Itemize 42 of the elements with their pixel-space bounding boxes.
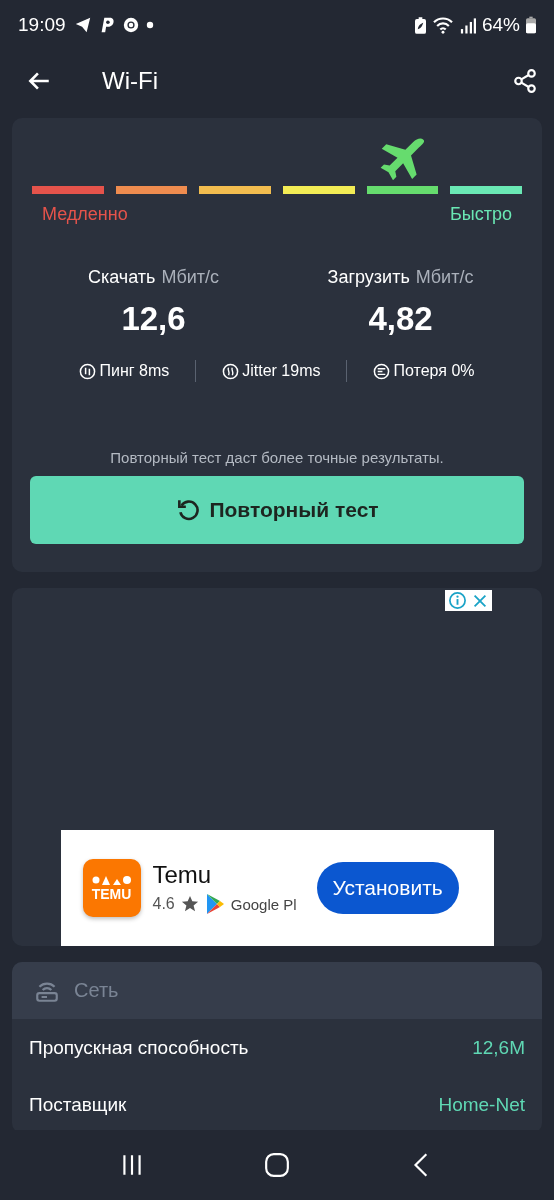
dot-icon xyxy=(145,21,154,29)
hint-text: Повторный тест даст более точные результаты. xyxy=(109,449,445,466)
jitter-icon xyxy=(222,362,240,380)
ping-icon xyxy=(79,362,97,380)
result-value: 4,82 xyxy=(368,300,433,338)
app-logo: TEMU xyxy=(82,859,141,917)
fast-label: Быстро xyxy=(450,204,512,225)
star-icon xyxy=(180,895,199,913)
battery-icon xyxy=(526,16,536,34)
screen-title: Wi-Fi xyxy=(102,67,159,95)
battery-percent: 64% xyxy=(481,14,520,36)
retest-button[interactable]: Повторный тест xyxy=(30,476,524,544)
loss-icon xyxy=(373,362,391,380)
result-label: Скачать xyxy=(87,267,156,288)
result-label: Загрузить xyxy=(327,267,410,288)
result-value: 12,6 xyxy=(121,300,186,338)
play-store-icon xyxy=(204,893,225,915)
section-title: Сеть xyxy=(74,979,119,1002)
row-value: 12,6M xyxy=(472,1036,525,1059)
rating-text: 4.6 xyxy=(152,895,175,913)
store-name: Google Pl xyxy=(230,895,297,913)
row-label: Пропускная способность xyxy=(29,1036,249,1059)
metric-text: Потеря 0% xyxy=(393,362,475,380)
unit-label: Мбит/с xyxy=(415,267,474,288)
home-icon xyxy=(264,1152,290,1178)
install-button[interactable]: Установить xyxy=(316,862,459,914)
row-label: Поставщик xyxy=(29,1093,127,1116)
info-icon[interactable] xyxy=(448,591,467,610)
ad-banner[interactable]: TEMU Temu 4.6 Google Pl Установить xyxy=(60,830,494,946)
unit-label: Мбит/с xyxy=(161,267,220,288)
clock: 19:09 xyxy=(18,14,66,36)
metric-text: Пинг 8ms xyxy=(99,362,170,380)
battery-saver-icon xyxy=(414,16,426,34)
signal-icon xyxy=(459,16,476,34)
browser-icon xyxy=(121,16,140,34)
share-icon xyxy=(512,68,538,94)
slow-label: Медленно xyxy=(42,204,128,225)
app-name: Temu xyxy=(152,861,213,889)
row-value: Home-Net xyxy=(438,1093,525,1116)
retry-icon xyxy=(175,497,202,523)
wifi-icon xyxy=(431,16,454,34)
metric-text: Jitter 19ms xyxy=(242,362,321,380)
